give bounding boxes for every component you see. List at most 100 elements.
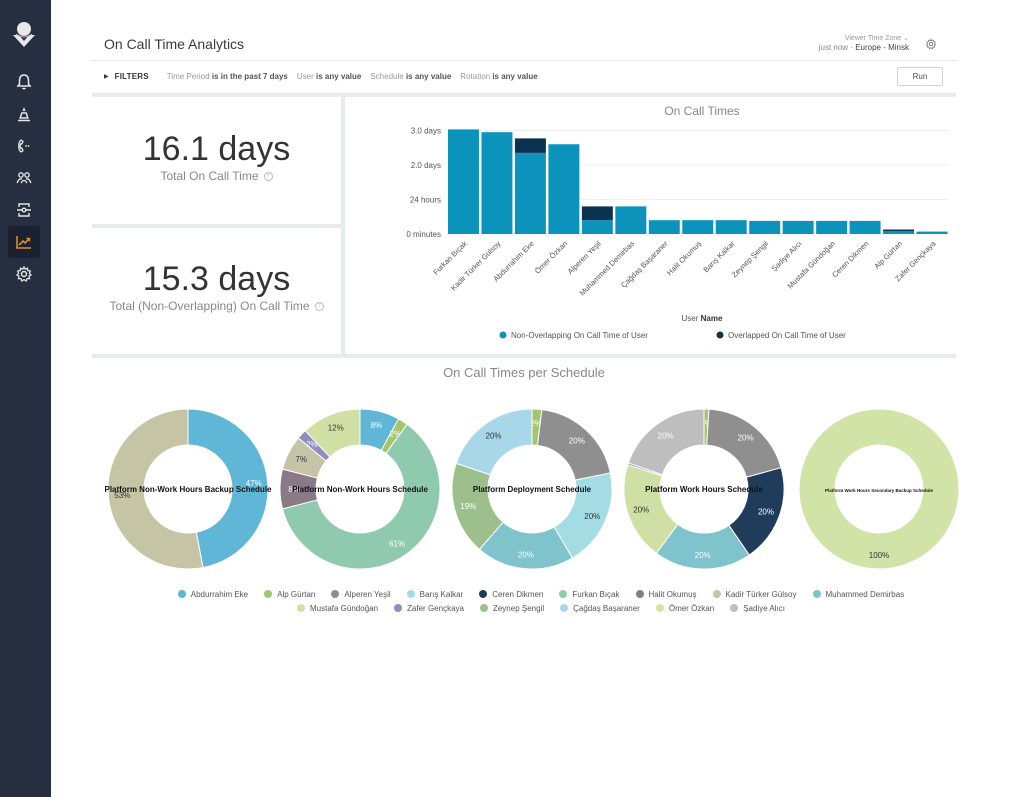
page-title: On Call Time Analytics xyxy=(104,36,245,52)
filter-schedule[interactable]: Schedule is any value xyxy=(370,72,451,81)
legend-item[interactable]: Non-Overlapping On Call Time of User xyxy=(499,331,649,340)
legend-dot xyxy=(560,604,569,612)
bar-non-overlapping[interactable] xyxy=(816,220,848,234)
timezone-selector[interactable]: Viewer Time Zone ⌄ xyxy=(819,34,909,42)
legend-dot xyxy=(406,590,415,598)
help-icon[interactable]: ? xyxy=(263,172,273,182)
slice-label: 7% xyxy=(295,455,307,464)
legend-dot xyxy=(264,590,273,598)
filter-time-period[interactable]: Time Period is in the past 7 days xyxy=(167,72,288,81)
legend-item[interactable]: Kadir Türker Gülsoy xyxy=(712,588,797,602)
users-icon xyxy=(16,172,32,184)
divider xyxy=(92,60,956,61)
legend-label: Şadiye Alıcı xyxy=(743,604,785,613)
legend-item[interactable]: Overlapped On Call Time of User xyxy=(716,331,847,340)
sidebar-item-integrations[interactable] xyxy=(8,194,40,226)
legend-item[interactable]: Mustafa Gündoğan xyxy=(297,602,378,616)
expand-triangle-icon[interactable]: ▶ xyxy=(104,73,109,80)
app-logo-icon[interactable] xyxy=(10,20,38,50)
sidebar-item-incidents[interactable] xyxy=(8,98,40,130)
filter-condition: is any value xyxy=(492,72,538,81)
x-tick-label: Barış Kalkar xyxy=(701,239,737,275)
legend-item[interactable]: Halit Okumuş xyxy=(635,588,697,602)
sidebar-item-settings[interactable] xyxy=(8,258,40,290)
donut-center-title: Platform Work Hours Secondary Backup Sch… xyxy=(825,488,933,493)
donut-chart: 47%53%Platform Non-Work Hours Backup Sch… xyxy=(105,408,272,570)
legend-label: Çağdaş Başaraner xyxy=(573,604,640,613)
sidebar-item-teams[interactable] xyxy=(8,162,40,194)
bar-non-overlapping[interactable] xyxy=(682,220,714,234)
bar-overlapped[interactable] xyxy=(514,138,546,153)
bar-non-overlapping[interactable] xyxy=(514,152,546,234)
legend-dot xyxy=(297,604,305,612)
help-icon[interactable]: ? xyxy=(314,302,324,312)
filter-user[interactable]: User is any value xyxy=(297,72,361,81)
timezone-info: Viewer Time Zone ⌄ just now · Europe - Mi… xyxy=(819,34,909,52)
bar-non-overlapping[interactable] xyxy=(782,220,814,234)
kpi-total-non-overlapping: 15.3 days Total (Non-Overlapping) On Cal… xyxy=(92,260,341,313)
legend-label: Kadir Türker Gülsoy xyxy=(725,590,797,599)
legend-label: Abdurrahim Eke xyxy=(190,590,249,599)
filters-bar: ▶ FILTERS Time Period is in the past 7 d… xyxy=(104,72,547,81)
legend-dot xyxy=(394,604,403,612)
sidebar-item-alerts[interactable] xyxy=(8,66,40,98)
bar-overlapped[interactable] xyxy=(581,206,613,221)
sidebar-item-analytics[interactable] xyxy=(8,226,40,258)
legend-item[interactable]: Şadiye Alıcı xyxy=(730,602,785,616)
legend-item[interactable]: Furkan Bıçak xyxy=(559,588,620,602)
donut-slice[interactable] xyxy=(706,408,782,478)
bar-non-overlapping[interactable] xyxy=(615,206,647,234)
bar-non-overlapping[interactable] xyxy=(715,220,747,234)
run-button[interactable]: Run xyxy=(897,67,943,86)
bar-non-overlapping[interactable] xyxy=(481,132,513,234)
bar-non-overlapping[interactable] xyxy=(581,220,613,234)
dashboard-settings-icon[interactable] xyxy=(925,38,937,50)
donut-center-title: Platform Non-Work Hours Schedule xyxy=(292,485,428,494)
bar-non-overlapping[interactable] xyxy=(448,129,479,234)
donut-legend: Abdurrahim Eke Alp Gürtan Alperen Yeşil Bar… xyxy=(111,588,971,616)
gear-icon xyxy=(15,265,33,282)
kpi-total-on-call-time: 16.1 days Total On Call Time? xyxy=(92,130,341,183)
donut-center-title: Platform Deployment Schedule xyxy=(473,485,592,494)
legend-item[interactable]: Ceren Dikmen xyxy=(479,588,543,602)
donut-slice[interactable] xyxy=(455,408,533,476)
x-tick-label: Halit Okumuş xyxy=(665,239,703,277)
filter-field: Time Period xyxy=(166,72,210,81)
schedule-donut-charts: 47%53%Platform Non-Work Hours Backup Sch… xyxy=(105,408,960,570)
bar-non-overlapping[interactable] xyxy=(648,220,680,234)
donut-chart: 2%20%20%20%19%20%Platform Deployment Sch… xyxy=(451,408,613,570)
bar-non-overlapping[interactable] xyxy=(916,231,948,234)
legend-dot xyxy=(499,331,507,339)
x-tick-label: Şadiye Alıcı xyxy=(769,239,803,273)
legend-item[interactable]: Alperen Yeşil xyxy=(331,588,391,602)
donut-slice[interactable] xyxy=(627,408,705,476)
legend-label: Overlapped On Call Time of User xyxy=(728,331,846,340)
bar-non-overlapping[interactable] xyxy=(749,220,781,234)
timezone-label: Viewer Time Zone xyxy=(844,35,902,42)
legend-item[interactable]: Zafer Gençkaya xyxy=(394,602,464,616)
legend-item[interactable]: Alp Gürtan xyxy=(264,588,315,602)
filter-rotation[interactable]: Rotation is any value xyxy=(460,72,537,81)
legend-item[interactable]: Barış Kalkar xyxy=(406,588,463,602)
kpi-label-text: Total (Non-Overlapping) On Call Time xyxy=(109,299,310,313)
bar-overlapped[interactable] xyxy=(883,229,915,232)
slice-label: 20% xyxy=(518,551,534,560)
y-tick-label: 2.0 days xyxy=(411,161,441,170)
slice-label: 20% xyxy=(633,505,649,514)
donut-center-title: Platform Work Hours Schedule xyxy=(645,485,763,494)
legend-item[interactable]: Abdurrahim Eke xyxy=(177,588,249,602)
chart-title: On Call Times xyxy=(664,104,739,118)
last-run-timestamp: just now xyxy=(818,43,849,52)
bar-non-overlapping[interactable] xyxy=(849,220,881,234)
sidebar-item-on-call[interactable] xyxy=(8,130,40,162)
bar-non-overlapping[interactable] xyxy=(883,231,915,234)
legend-item[interactable]: Zeynep Şengil xyxy=(479,602,544,616)
legend-item[interactable]: Çağdaş Başaraner xyxy=(560,602,640,616)
filters-toggle[interactable]: FILTERS xyxy=(115,72,149,81)
on-call-times-bar-chart: On Call Times 0 minutes 24 hours 2.0 days 3.… xyxy=(406,104,949,340)
legend-item[interactable]: Ömer Özkan xyxy=(655,602,714,616)
timezone-value[interactable]: Europe - Minsk xyxy=(855,43,909,52)
y-tick-label: 24 hours xyxy=(410,195,441,204)
bar-non-overlapping[interactable] xyxy=(548,144,580,234)
legend-item[interactable]: Muhammed Demirbas xyxy=(812,588,904,602)
